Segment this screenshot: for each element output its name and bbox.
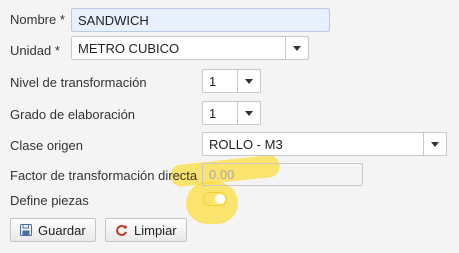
clase-origen-label: Clase origen bbox=[10, 138, 83, 153]
nombre-input[interactable]: SANDWICH bbox=[71, 8, 330, 32]
grado-elaboracion-select[interactable]: 1 bbox=[202, 101, 261, 125]
limpiar-button-label: Limpiar bbox=[134, 222, 177, 238]
guardar-button-label: Guardar bbox=[38, 222, 86, 238]
nivel-transformacion-label: Nivel de transformación bbox=[10, 75, 147, 90]
reset-icon bbox=[116, 224, 127, 236]
clase-origen-select[interactable]: ROLLO - M3 bbox=[202, 132, 447, 156]
grado-elaboracion-label: Grado de elaboración bbox=[10, 107, 136, 122]
nivel-transformacion-select[interactable]: 1 bbox=[202, 69, 261, 93]
limpiar-button[interactable]: Limpiar bbox=[105, 218, 187, 242]
unidad-label: Unidad * bbox=[10, 43, 60, 58]
guardar-button[interactable]: Guardar bbox=[10, 218, 96, 242]
chevron-down-icon[interactable] bbox=[237, 102, 260, 124]
factor-transformacion-label: Factor de transformación directa bbox=[10, 168, 198, 183]
nombre-label: Nombre * bbox=[10, 12, 65, 27]
chevron-down-icon[interactable] bbox=[237, 70, 260, 92]
unidad-select[interactable]: METRO CUBICO bbox=[71, 36, 309, 60]
toggle-knob bbox=[215, 194, 225, 204]
chevron-down-icon[interactable] bbox=[285, 37, 308, 59]
chevron-down-icon[interactable] bbox=[423, 133, 446, 155]
define-piezas-toggle[interactable] bbox=[203, 192, 227, 206]
define-piezas-label: Define piezas bbox=[10, 193, 89, 208]
factor-transformacion-input[interactable]: 0.00 bbox=[202, 163, 363, 186]
save-icon bbox=[20, 224, 32, 236]
